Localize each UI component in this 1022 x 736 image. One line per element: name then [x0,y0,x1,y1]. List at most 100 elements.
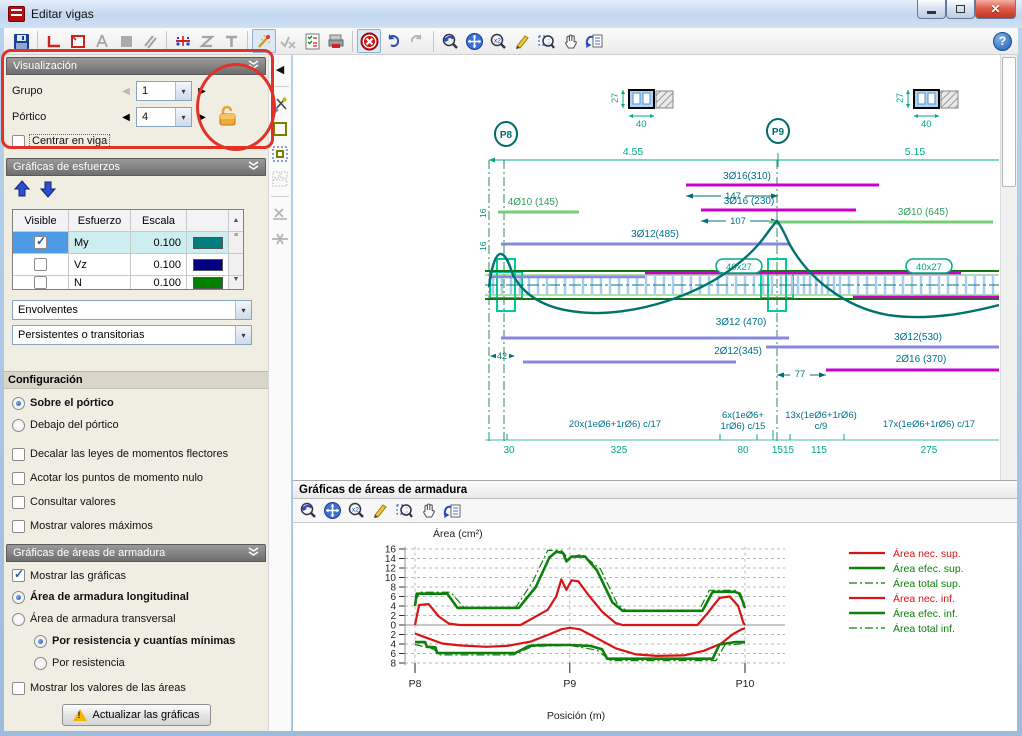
envolventes-combobox[interactable]: Envolventes ▾ [12,300,252,320]
zoom-previous-icon[interactable] [296,499,320,523]
sobre-portico-label[interactable]: Sobre el pórtico [30,397,114,409]
resistencia-radio[interactable] [34,657,47,670]
maximos-checkbox[interactable] [12,520,25,533]
dropdown-arrow-icon[interactable]: ▾ [235,326,251,344]
collapse-chevron-icon[interactable] [248,60,259,73]
sobre-portico-radio[interactable] [12,397,25,410]
zoom-fit-icon[interactable] [462,29,486,53]
close-button[interactable]: ✕ [975,0,1016,19]
zoom-fit-icon[interactable] [320,499,344,523]
zoom-window-icon[interactable] [392,499,416,523]
dropdown-arrow-icon[interactable]: ▾ [235,301,251,319]
tools-icon[interactable] [270,94,290,114]
help-button[interactable]: ? [993,32,1012,51]
grupo-next-arrow[interactable]: ▶ [196,86,208,97]
lock-icon[interactable] [216,104,238,131]
portico-prev-arrow[interactable]: ◀ [120,112,132,123]
row-visible-checkbox[interactable] [34,236,47,249]
save-icon[interactable] [9,29,33,53]
collapse-chevron-icon[interactable] [248,547,259,560]
panel-header-areas[interactable]: Gráficas de áreas de armadura [6,544,266,562]
armadura-longitudinal-radio[interactable] [12,591,25,604]
resistencia-label[interactable]: Por resistencia [52,657,125,669]
grupo-combobox[interactable]: 1 ▾ [136,81,192,101]
acotar-label[interactable]: Acotar los puntos de momento nulo [30,472,203,484]
square-icon[interactable] [114,29,138,53]
magic-wand-icon[interactable] [252,29,276,53]
color-swatch[interactable] [193,237,223,249]
edit-pencil-icon[interactable] [368,499,392,523]
check-cancel-icon[interactable] [276,29,300,53]
collapse-sidebar-icon[interactable]: ◀ [270,59,290,79]
maximos-label[interactable]: Mostrar valores máximos [30,520,153,532]
acotar-checkbox[interactable] [12,472,25,485]
dropdown-arrow-icon[interactable]: ▾ [175,108,191,126]
zoom-window-icon[interactable] [534,29,558,53]
undo-icon[interactable] [381,29,405,53]
compass-icon[interactable] [90,29,114,53]
delete-segment-icon[interactable] [270,204,290,224]
debajo-portico-label[interactable]: Debajo del pórtico [30,419,119,431]
consultar-checkbox[interactable] [12,496,25,509]
pan-hand-icon[interactable] [416,499,440,523]
zoom-x2-icon[interactable]: x2 [344,499,368,523]
decalar-checkbox[interactable] [12,448,25,461]
beam-printer-icon[interactable] [324,29,348,53]
armadura-transversal-label[interactable]: Área de armadura transversal [30,613,176,625]
join-segment-icon[interactable] [270,229,290,249]
valores-areas-label[interactable]: Mostrar los valores de las áreas [30,682,186,694]
panel-header-visualizacion[interactable]: Visualización [6,57,266,75]
zoom-previous-icon[interactable] [438,29,462,53]
table-scrollbar-thumb[interactable]: ≡ [229,232,243,253]
actualizar-graficas-button[interactable]: Actualizar las gráficas [62,704,211,726]
select-inner-icon[interactable] [270,144,290,164]
report-copy-icon[interactable] [440,499,464,523]
hipotesis-combobox[interactable]: Persistentes o transitorias ▾ [12,325,252,345]
redo-icon[interactable] [405,29,429,53]
angle-icon[interactable] [42,29,66,53]
beam-drawing-viewport[interactable]: 27 40 27 40 [293,55,1017,480]
armadura-longitudinal-label[interactable]: Área de armadura longitudinal [30,591,189,603]
mostrar-graficas-label[interactable]: Mostrar las gráficas [30,570,126,582]
mostrar-graficas-checkbox[interactable] [12,569,25,582]
report-copy-icon[interactable] [582,29,606,53]
pattern-disabled-icon[interactable] [270,169,290,189]
row-visible-checkbox[interactable] [34,276,47,289]
new-rect-icon[interactable] [66,29,90,53]
beam-symmetry-icon[interactable] [171,29,195,53]
table-row[interactable]: N 0.100 ▼ [13,276,243,289]
color-swatch[interactable] [193,259,223,271]
armadura-transversal-radio[interactable] [12,613,25,626]
move-up-icon[interactable] [14,180,30,203]
resistencia-cuantias-label[interactable]: Por resistencia y cuantías mínimas [52,635,235,647]
title-bar[interactable]: Editar vigas ✕ [0,0,1022,28]
zoom-x2-icon[interactable]: x2 [486,29,510,53]
table-scrollbar[interactable]: ▼ [229,276,243,289]
consultar-label[interactable]: Consultar valores [30,496,116,508]
valores-areas-checkbox[interactable] [12,682,25,695]
table-scrollbar[interactable]: ▲ [229,210,243,231]
move-down-icon[interactable] [40,180,56,203]
collapse-chevron-icon[interactable] [248,161,259,174]
minimize-button[interactable] [917,0,946,19]
restore-button[interactable] [946,0,975,19]
scrollbar-thumb[interactable] [1002,57,1016,187]
portico-next-arrow[interactable]: ▶ [196,112,208,123]
grupo-prev-arrow[interactable]: ◀ [120,86,132,97]
z-tool-icon[interactable] [195,29,219,53]
panel-header-esfuerzos[interactable]: Gráficas de esfuerzos [6,158,266,176]
color-swatch[interactable] [193,277,223,289]
resistencia-cuantias-radio[interactable] [34,635,47,648]
decalar-label[interactable]: Decalar las leyes de momentos flectores [30,448,228,460]
pan-hand-icon[interactable] [558,29,582,53]
debajo-portico-radio[interactable] [12,419,25,432]
table-row[interactable]: Vz 0.100 [13,254,243,276]
drawing-vertical-scrollbar[interactable] [1000,55,1017,480]
centrar-checkbox[interactable] [12,135,25,148]
portico-combobox[interactable]: 4 ▾ [136,107,192,127]
checklist-icon[interactable] [300,29,324,53]
edit-pencil-icon[interactable] [510,29,534,53]
table-row[interactable]: My 0.100 ≡ [13,232,243,254]
centrar-label[interactable]: Centrar en viga [30,135,109,147]
dropdown-arrow-icon[interactable]: ▾ [175,82,191,100]
